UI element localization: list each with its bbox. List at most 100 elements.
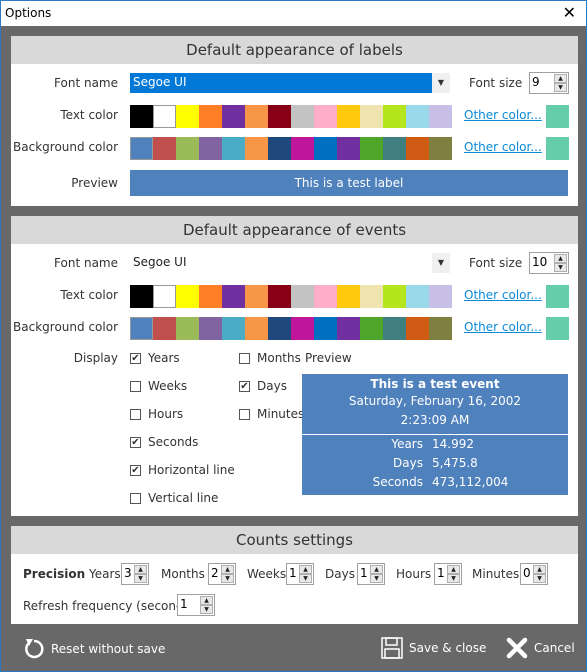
color-swatch[interactable]: [199, 317, 222, 340]
labels-text-other-color-link[interactable]: Other color...: [464, 108, 542, 122]
events-font-name-combo[interactable]: Segoe UI ▼: [130, 253, 450, 273]
color-swatch[interactable]: [291, 137, 314, 160]
spin-up-icon[interactable]: ▲: [554, 254, 567, 263]
color-swatch[interactable]: [314, 105, 337, 128]
color-swatch[interactable]: [314, 285, 337, 308]
color-swatch[interactable]: [222, 285, 245, 308]
color-swatch[interactable]: [176, 317, 199, 340]
color-swatch[interactable]: [337, 137, 360, 160]
color-swatch[interactable]: [199, 105, 222, 128]
color-swatch[interactable]: [222, 317, 245, 340]
color-swatch[interactable]: [337, 105, 360, 128]
color-swatch[interactable]: [268, 317, 291, 340]
checkbox-months[interactable]: Months: [239, 351, 301, 365]
checkbox-hours[interactable]: Hours: [130, 407, 183, 421]
spin-down-icon[interactable]: ▼: [299, 574, 312, 583]
labels-font-name-combo[interactable]: Segoe UI ▼: [130, 73, 450, 93]
color-swatch[interactable]: [360, 317, 383, 340]
color-swatch[interactable]: [383, 285, 406, 308]
color-swatch[interactable]: [406, 285, 429, 308]
spin-up-icon[interactable]: ▲: [533, 565, 546, 574]
spin-down-icon[interactable]: ▼: [134, 574, 147, 583]
precision-weeks-spinner[interactable]: 1 ▲ ▼: [286, 563, 314, 585]
color-swatch[interactable]: [153, 105, 176, 128]
color-swatch[interactable]: [130, 105, 153, 128]
color-swatch[interactable]: [176, 285, 199, 308]
spin-up-icon[interactable]: ▲: [554, 74, 567, 83]
color-swatch[interactable]: [268, 105, 291, 128]
spin-down-icon[interactable]: ▼: [221, 574, 234, 583]
color-swatch[interactable]: [199, 137, 222, 160]
color-swatch[interactable]: [176, 105, 199, 128]
color-swatch[interactable]: [429, 105, 452, 128]
precision-hours-spinner[interactable]: 1 ▲ ▼: [434, 563, 462, 585]
color-swatch[interactable]: [360, 137, 383, 160]
spin-down-icon[interactable]: ▼: [447, 574, 460, 583]
labels-bg-other-color-link[interactable]: Other color...: [464, 140, 542, 154]
color-swatch[interactable]: [291, 317, 314, 340]
precision-days-spinner[interactable]: 1 ▲ ▼: [357, 563, 385, 585]
checkbox-seconds[interactable]: ✔ Seconds: [130, 435, 198, 449]
precision-months-spinner[interactable]: 2 ▲ ▼: [208, 563, 236, 585]
spin-down-icon[interactable]: ▼: [554, 83, 567, 92]
color-swatch[interactable]: [406, 317, 429, 340]
color-swatch[interactable]: [153, 317, 176, 340]
color-swatch[interactable]: [383, 105, 406, 128]
color-swatch[interactable]: [268, 137, 291, 160]
spin-down-icon[interactable]: ▼: [370, 574, 383, 583]
color-swatch[interactable]: [337, 285, 360, 308]
labels-font-size-spinner[interactable]: 9 ▲ ▼: [529, 72, 569, 94]
color-swatch[interactable]: [153, 137, 176, 160]
color-swatch[interactable]: [291, 285, 314, 308]
spin-up-icon[interactable]: ▲: [200, 596, 213, 605]
precision-years-spinner[interactable]: 3 ▲ ▼: [121, 563, 149, 585]
color-swatch[interactable]: [245, 317, 268, 340]
spin-up-icon[interactable]: ▲: [221, 565, 234, 574]
events-bg-other-color-link[interactable]: Other color...: [464, 320, 542, 334]
spin-up-icon[interactable]: ▲: [134, 565, 147, 574]
color-swatch[interactable]: [291, 105, 314, 128]
save-and-close-button[interactable]: Save & close: [381, 637, 486, 659]
color-swatch[interactable]: [429, 285, 452, 308]
color-swatch[interactable]: [314, 137, 337, 160]
spin-up-icon[interactable]: ▲: [299, 565, 312, 574]
spin-up-icon[interactable]: ▲: [370, 565, 383, 574]
color-swatch[interactable]: [406, 105, 429, 128]
color-swatch[interactable]: [222, 137, 245, 160]
color-swatch[interactable]: [314, 317, 337, 340]
color-swatch[interactable]: [130, 285, 153, 308]
close-icon[interactable]: ✕: [563, 3, 576, 22]
reset-without-save-button[interactable]: Reset without save: [23, 637, 165, 661]
color-swatch[interactable]: [130, 317, 153, 340]
checkbox-vertical-line[interactable]: Vertical line: [130, 491, 218, 505]
chevron-down-icon[interactable]: ▼: [432, 73, 450, 93]
color-swatch[interactable]: [406, 137, 429, 160]
color-swatch[interactable]: [199, 285, 222, 308]
refresh-frequency-spinner[interactable]: 1 ▲ ▼: [177, 594, 215, 616]
color-swatch[interactable]: [268, 285, 291, 308]
color-swatch[interactable]: [383, 317, 406, 340]
color-swatch[interactable]: [176, 137, 199, 160]
spin-up-icon[interactable]: ▲: [447, 565, 460, 574]
spin-down-icon[interactable]: ▼: [554, 263, 567, 272]
color-swatch[interactable]: [130, 137, 153, 160]
color-swatch[interactable]: [383, 137, 406, 160]
chevron-down-icon[interactable]: ▼: [432, 253, 450, 273]
color-swatch[interactable]: [245, 285, 268, 308]
checkbox-years[interactable]: ✔ Years: [130, 351, 180, 365]
events-font-size-spinner[interactable]: 10 ▲ ▼: [529, 252, 569, 274]
color-swatch[interactable]: [222, 105, 245, 128]
checkbox-horizontal-line[interactable]: ✔ Horizontal line: [130, 463, 235, 477]
checkbox-weeks[interactable]: Weeks: [130, 379, 187, 393]
spin-down-icon[interactable]: ▼: [200, 605, 213, 614]
color-swatch[interactable]: [429, 317, 452, 340]
color-swatch[interactable]: [429, 137, 452, 160]
color-swatch[interactable]: [245, 105, 268, 128]
checkbox-days[interactable]: ✔ Days: [239, 379, 287, 393]
events-text-other-color-link[interactable]: Other color...: [464, 288, 542, 302]
checkbox-minutes[interactable]: Minutes: [239, 407, 304, 421]
color-swatch[interactable]: [360, 285, 383, 308]
color-swatch[interactable]: [360, 105, 383, 128]
color-swatch[interactable]: [153, 285, 176, 308]
color-swatch[interactable]: [337, 317, 360, 340]
